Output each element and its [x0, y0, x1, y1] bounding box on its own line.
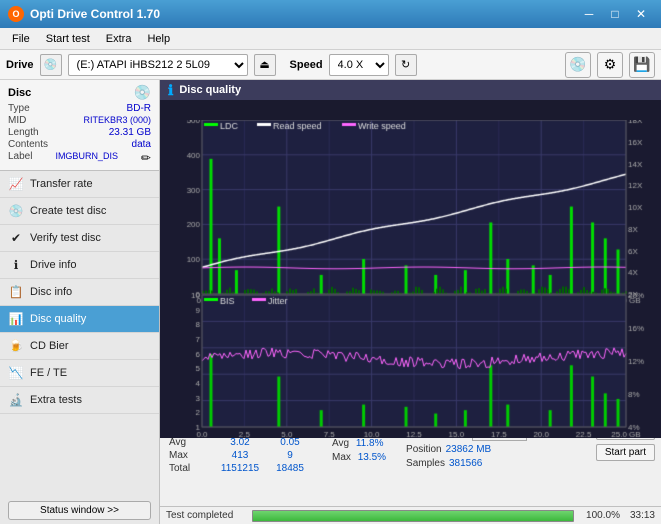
save-button[interactable]: 💾	[629, 52, 655, 78]
nav-drive-info[interactable]: ℹ Drive info	[0, 252, 159, 279]
nav-create-test-disc-label: Create test disc	[30, 205, 106, 217]
type-label: Type	[8, 103, 30, 114]
position-label: Position	[406, 444, 442, 455]
disc-info-icon: 📋	[8, 284, 24, 300]
progress-bar-container: Test completed 100.0% 33:13	[160, 506, 661, 524]
settings-button[interactable]: ⚙	[597, 52, 623, 78]
max-label: Max	[166, 449, 214, 462]
minimize-button[interactable]: ─	[577, 4, 601, 24]
disc-quality-icon: 📊	[8, 311, 24, 327]
contents-value: data	[132, 139, 151, 150]
mid-label: MID	[8, 115, 26, 126]
titlebar: O Opti Drive Control 1.70 ─ □ ✕	[0, 0, 661, 28]
drive-icon-button[interactable]: 💿	[40, 54, 62, 76]
total-label: Total	[166, 462, 214, 475]
jitter-avg-val: 11.8%	[356, 438, 384, 449]
nav-create-test-disc[interactable]: 💿 Create test disc	[0, 198, 159, 225]
samples-label: Samples	[406, 458, 445, 469]
nav-extra-tests[interactable]: 🔬 Extra tests	[0, 387, 159, 414]
label-label: Label	[8, 151, 32, 165]
nav-transfer-rate[interactable]: 📈 Transfer rate	[0, 171, 159, 198]
sidebar: Disc 💿 Type BD-R MID RITEKBR3 (000) Leng…	[0, 80, 160, 524]
nav-transfer-rate-label: Transfer rate	[30, 178, 93, 190]
close-button[interactable]: ✕	[629, 4, 653, 24]
status-text: Test completed	[166, 510, 246, 521]
progress-time: 33:13	[630, 510, 655, 521]
disc-button[interactable]: 💿	[565, 52, 591, 78]
drive-select[interactable]: (E:) ATAPI iHBS212 2 5L09	[68, 54, 248, 76]
create-test-disc-icon: 💿	[8, 203, 24, 219]
nav-drive-info-label: Drive info	[30, 259, 76, 271]
nav-verify-test-disc[interactable]: ✔ Verify test disc	[0, 225, 159, 252]
drivebar: Drive 💿 (E:) ATAPI iHBS212 2 5L09 ⏏ Spee…	[0, 50, 661, 80]
jitter-avg-label: Avg	[332, 438, 349, 449]
contents-label: Contents	[8, 139, 48, 150]
disc-info-panel: Disc 💿 Type BD-R MID RITEKBR3 (000) Leng…	[0, 80, 159, 171]
nav-extra-tests-label: Extra tests	[30, 394, 82, 406]
nav-verify-test-disc-label: Verify test disc	[30, 232, 101, 244]
app-icon: O	[8, 6, 24, 22]
max-ldc: 413	[214, 449, 266, 462]
speed-select[interactable]: 4.0 X	[329, 54, 389, 76]
panel-header: ℹ Disc quality	[160, 80, 661, 100]
maximize-button[interactable]: □	[603, 4, 627, 24]
nav-disc-quality-label: Disc quality	[30, 313, 86, 325]
status-window-button[interactable]: Status window >>	[8, 501, 151, 520]
drive-label: Drive	[6, 59, 34, 71]
extra-tests-icon: 🔬	[8, 392, 24, 408]
refresh-button[interactable]: ↻	[395, 54, 417, 76]
total-bis: 18485	[266, 462, 314, 475]
nav-cd-bier[interactable]: 🍺 CD Bier	[0, 333, 159, 360]
jitter-max-label: Max	[332, 452, 351, 463]
edit-icon: ✏	[141, 151, 151, 165]
disc-panel-title: Disc	[8, 87, 31, 99]
progress-bar	[252, 510, 574, 522]
nav-fe-te-label: FE / TE	[30, 367, 67, 379]
type-value: BD-R	[127, 103, 151, 114]
menu-start-test[interactable]: Start test	[38, 31, 98, 47]
disc-panel-icon: 💿	[134, 84, 151, 101]
content-area: ℹ Disc quality LDC BIS Avg 3.02 0.05 Max	[160, 80, 661, 524]
samples-val: 381566	[449, 458, 482, 469]
total-ldc: 1151215	[214, 462, 266, 475]
nav-fe-te[interactable]: 📉 FE / TE	[0, 360, 159, 387]
length-label: Length	[8, 127, 39, 138]
speed-label: Speed	[290, 59, 323, 71]
chart-canvas	[160, 120, 661, 438]
window-title: Opti Drive Control 1.70	[30, 7, 575, 21]
max-bis: 9	[266, 449, 314, 462]
drive-info-icon: ℹ	[8, 257, 24, 273]
nav-disc-info-label: Disc info	[30, 286, 72, 298]
nav-disc-info[interactable]: 📋 Disc info	[0, 279, 159, 306]
menubar: File Start test Extra Help	[0, 28, 661, 50]
panel-title: Disc quality	[179, 84, 241, 96]
fe-te-icon: 📉	[8, 365, 24, 381]
progress-bar-fill	[253, 511, 573, 521]
length-value: 23.31 GB	[109, 127, 151, 138]
menu-file[interactable]: File	[4, 31, 38, 47]
verify-test-disc-icon: ✔	[8, 230, 24, 246]
position-val: 23862 MB	[446, 444, 492, 455]
start-part-button[interactable]: Start part	[596, 444, 655, 461]
nav-cd-bier-label: CD Bier	[30, 340, 69, 352]
cd-bier-icon: 🍺	[8, 338, 24, 354]
disc-quality-panel: ℹ Disc quality	[160, 80, 661, 418]
jitter-max-val: 13.5%	[358, 452, 386, 463]
mid-value: RITEKBR3 (000)	[83, 115, 151, 126]
menu-help[interactable]: Help	[139, 31, 178, 47]
eject-button[interactable]: ⏏	[254, 54, 276, 76]
main-layout: Disc 💿 Type BD-R MID RITEKBR3 (000) Leng…	[0, 80, 661, 524]
transfer-rate-icon: 📈	[8, 176, 24, 192]
label-value: IMGBURN_DIS	[55, 151, 118, 165]
menu-extra[interactable]: Extra	[98, 31, 140, 47]
nav-disc-quality[interactable]: 📊 Disc quality	[0, 306, 159, 333]
nav-items: 📈 Transfer rate 💿 Create test disc ✔ Ver…	[0, 171, 159, 414]
progress-percent: 100.0%	[580, 510, 620, 521]
